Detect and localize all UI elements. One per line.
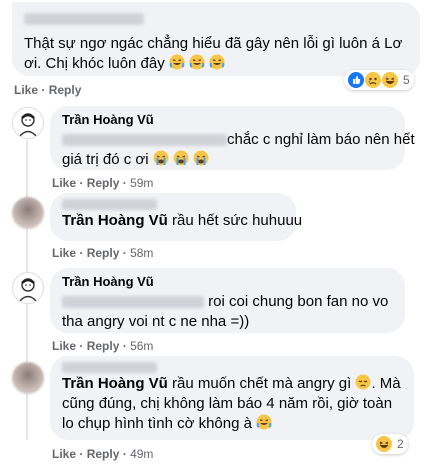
comment-bubble: Trần Hoàng Vũ rầu muốn chết mà angry gì …	[50, 356, 414, 440]
blurred-name	[62, 362, 157, 373]
mention-link[interactable]: Trần Hoàng Vũ	[62, 212, 168, 229]
comment-time[interactable]: 49m	[130, 447, 153, 461]
reaction-summary[interactable]: 2	[372, 434, 408, 454]
reaction-count: 5	[403, 73, 410, 87]
mention-link[interactable]: Trần Hoàng Vũ	[62, 375, 168, 392]
crying-emoji	[173, 150, 189, 166]
comment-time[interactable]: 56m	[130, 339, 153, 353]
comment-actions: Like · Reply	[14, 82, 81, 98]
separator: ·	[79, 447, 84, 461]
like-link[interactable]: Like	[14, 83, 38, 97]
reply-link[interactable]: Reply	[87, 176, 120, 190]
comment-text-line: Trần Hoàng Vũ rầu hết sức huhuuu	[62, 212, 303, 229]
like-link[interactable]: Like	[52, 447, 76, 461]
comment-actions: Like · Reply · 49m	[52, 446, 153, 462]
separator: ·	[122, 176, 127, 190]
like-link[interactable]: Like	[52, 246, 76, 260]
laugh-cry-emoji	[256, 414, 272, 430]
comment-actions: Like · Reply · 56m	[52, 338, 153, 354]
comment-text-line: lo chụp hình tình cờ không à	[62, 414, 402, 434]
reply-link[interactable]: Reply	[87, 246, 120, 260]
reply-link[interactable]: Reply	[49, 83, 82, 97]
avatar-sketch-icon	[18, 113, 38, 138]
separator: ·	[79, 246, 84, 260]
laugh-cry-emoji	[189, 54, 205, 70]
separator: ·	[122, 447, 127, 461]
like-reaction-icon	[348, 72, 364, 88]
comment-text-line: chắc c nghỉ làm báo nên hết	[62, 130, 415, 150]
comment-text-line: roi coi chung bon fan no vo	[62, 292, 393, 312]
avatar[interactable]	[12, 107, 44, 139]
comment-time[interactable]: 59m	[130, 176, 153, 190]
disappointed-emoji	[355, 374, 371, 390]
blurred-name	[62, 199, 157, 210]
laugh-cry-emoji	[169, 54, 185, 70]
comment-text-line: giá trị đó c ơi	[62, 150, 393, 170]
comment-time[interactable]: 58m	[130, 246, 153, 260]
comment-bubble: Thật sự ngơ ngác chẳng hiểu đã gây nên l…	[12, 2, 420, 76]
haha-reaction-icon	[382, 72, 398, 88]
reply-link[interactable]: Reply	[87, 339, 120, 353]
separator: ·	[79, 176, 84, 190]
comment-text-line: tha angry voi nt c ne nha =))	[62, 313, 250, 330]
comment-text-line: cũng đúng, chị không làm báo 4 năm rồi, …	[62, 395, 393, 412]
separator: ·	[41, 83, 46, 97]
comment-text-line: Trần Hoàng Vũ rầu muốn chết mà angry gì …	[62, 374, 401, 392]
avatar[interactable]	[12, 197, 44, 229]
comment-actions: Like · Reply · 59m	[52, 175, 153, 191]
separator: ·	[122, 246, 127, 260]
haha-reaction-icon	[376, 436, 392, 452]
crying-emoji	[153, 150, 169, 166]
separator: ·	[79, 339, 84, 353]
comment-bubble: Trần Hoàng Vũ rầu hết sức huhuuu	[50, 193, 303, 241]
blurred-mention	[62, 296, 204, 309]
comment-author[interactable]: Trần Hoàng Vũ	[62, 111, 393, 128]
blurred-mention	[62, 134, 227, 147]
laugh-cry-emoji	[209, 54, 225, 70]
comment-author[interactable]: Trần Hoàng Vũ	[62, 273, 393, 290]
avatar-sketch-icon	[18, 278, 38, 303]
reply-link[interactable]: Reply	[87, 447, 120, 461]
crying-emoji	[193, 150, 209, 166]
separator: ·	[122, 339, 127, 353]
reaction-count: 2	[397, 437, 404, 451]
comment-bubble: Trần Hoàng Vũ chắc c nghỉ làm báo nên hế…	[50, 106, 415, 170]
like-link[interactable]: Like	[52, 339, 76, 353]
sad-reaction-icon	[365, 72, 381, 88]
reaction-summary[interactable]: 5	[344, 70, 414, 90]
avatar[interactable]	[12, 272, 44, 304]
comment-actions: Like · Reply · 58m	[52, 245, 153, 261]
avatar[interactable]	[12, 362, 44, 394]
like-link[interactable]: Like	[52, 176, 76, 190]
blurred-name	[24, 13, 144, 26]
comment-bubble: Trần Hoàng Vũ roi coi chung bon fan no v…	[50, 268, 405, 333]
comment-text-line: Thật sự ngơ ngác chẳng hiểu đã gây nên l…	[24, 35, 403, 52]
